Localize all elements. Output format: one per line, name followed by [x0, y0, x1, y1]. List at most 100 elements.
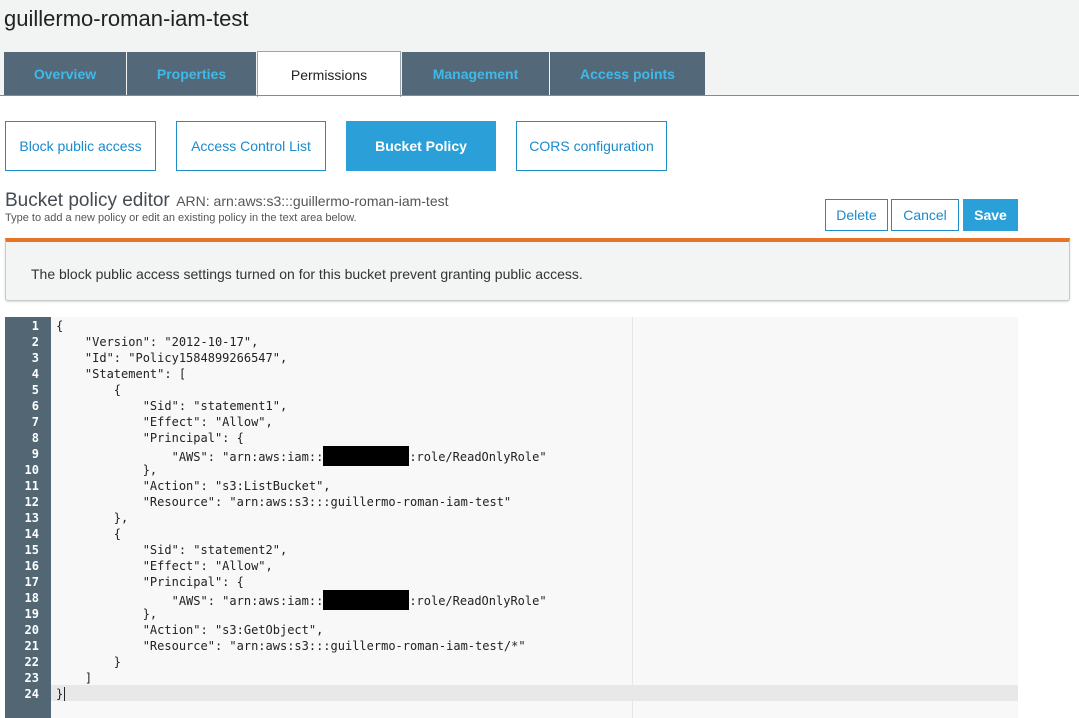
block-public-access-warning: The block public access settings turned …	[5, 238, 1070, 301]
code-line[interactable]: ]	[56, 670, 92, 686]
line-number: 22	[24, 655, 39, 669]
line-number: 23	[24, 671, 39, 685]
code-line[interactable]: },	[56, 606, 157, 622]
line-number: 6	[31, 399, 39, 413]
subtab-bucket-policy[interactable]: Bucket Policy	[346, 121, 496, 171]
line-number: 7	[31, 415, 39, 429]
line-number: 5	[31, 383, 39, 397]
tab-permissions[interactable]: Permissions	[257, 51, 401, 97]
subtab-block-public-access[interactable]: Block public access	[5, 121, 156, 171]
code-line[interactable]: "Effect": "Allow",	[56, 414, 273, 430]
code-text-suffix: :role/ReadOnlyRole"	[409, 450, 547, 464]
code-line[interactable]: "Statement": [	[56, 366, 186, 382]
code-line[interactable]: "Effect": "Allow",	[56, 558, 273, 574]
line-number: 15	[24, 543, 39, 557]
code-line[interactable]: "Action": "s3:GetObject",	[56, 622, 324, 638]
code-line[interactable]: "Principal": {	[56, 430, 244, 446]
code-line[interactable]: "Resource": "arn:aws:s3:::guillermo-roma…	[56, 638, 526, 654]
tab-access-points[interactable]: Access points	[550, 52, 705, 95]
tab-divider	[0, 95, 1079, 96]
code-text: ]	[56, 671, 93, 685]
line-number: 9	[31, 447, 39, 461]
save-button[interactable]: Save	[963, 199, 1018, 231]
code-text: "Effect": "Allow",	[56, 415, 273, 429]
code-text: }	[56, 655, 122, 669]
tab-overview[interactable]: Overview	[4, 52, 126, 95]
subtab-cors-configuration[interactable]: CORS configuration	[516, 121, 667, 171]
subtab-access-control-list[interactable]: Access Control List	[176, 121, 326, 171]
line-number: 3	[31, 351, 39, 365]
line-number: 2	[31, 335, 39, 349]
code-text: "Resource": "arn:aws:s3:::guillermo-roma…	[56, 495, 512, 509]
code-line[interactable]: "Principal": {	[56, 574, 244, 590]
line-number: 19	[24, 607, 39, 621]
line-number: 18	[24, 591, 39, 605]
code-text: },	[56, 607, 158, 621]
code-line[interactable]: }	[56, 654, 121, 670]
code-line[interactable]: {	[56, 526, 121, 542]
line-number: 12	[24, 495, 39, 509]
line-number: 10	[24, 463, 39, 477]
code-text: "Effect": "Allow",	[56, 559, 273, 573]
line-number: 24	[24, 687, 39, 701]
code-text: "Principal": {	[56, 431, 244, 445]
code-text: "Id": "Policy1584899266547",	[56, 351, 288, 365]
warning-text: The block public access settings turned …	[31, 266, 583, 282]
delete-button[interactable]: Delete	[825, 199, 888, 231]
code-line[interactable]: "Sid": "statement2",	[56, 542, 288, 558]
editor-subtitle: Type to add a new policy or edit an exis…	[5, 212, 357, 224]
bucket-title: guillermo-roman-iam-test	[4, 6, 249, 31]
code-line[interactable]: "Version": "2012-10-17",	[56, 334, 258, 350]
print-margin	[632, 317, 633, 718]
editor-title: Bucket policy editor	[5, 190, 170, 211]
code-text: "Action": "s3:ListBucket",	[56, 479, 331, 493]
line-number: 14	[24, 527, 39, 541]
code-line[interactable]: },	[56, 462, 157, 478]
code-text: "Sid": "statement1",	[56, 399, 288, 413]
code-text: {	[56, 383, 122, 397]
code-line[interactable]: "Id": "Policy1584899266547",	[56, 350, 287, 366]
active-line-highlight	[51, 685, 1018, 701]
code-text: "Sid": "statement2",	[56, 543, 288, 557]
line-number: 8	[31, 431, 39, 445]
code-text: {	[56, 527, 122, 541]
code-line[interactable]: {	[56, 382, 121, 398]
code-text: }	[56, 687, 64, 701]
redacted-account-id	[323, 446, 410, 466]
code-text: {	[56, 319, 64, 333]
tab-properties[interactable]: Properties	[127, 52, 256, 95]
line-number: 11	[24, 479, 39, 493]
code-text: "Action": "s3:GetObject",	[56, 623, 324, 637]
tab-management[interactable]: Management	[402, 52, 549, 95]
line-number: 20	[24, 623, 39, 637]
code-text: "Statement": [	[56, 367, 187, 381]
editor-heading: Bucket policy editor ARN: arn:aws:s3:::g…	[5, 190, 449, 212]
code-text: },	[56, 463, 158, 477]
code-line[interactable]: {	[56, 318, 63, 334]
code-line[interactable]: "AWS": "arn:aws:iam:::role/ReadOnlyRole"	[56, 446, 547, 466]
line-number-gutter: 1 2 3 4 5 6 7 8 9 10 11 12 13 14 15 16 17 18 19 20 21 22 23 24	[5, 317, 51, 718]
line-number: 1	[31, 319, 39, 333]
code-text: "Principal": {	[56, 575, 244, 589]
code-text-suffix: :role/ReadOnlyRole"	[409, 594, 547, 608]
text-cursor	[64, 687, 66, 701]
line-number: 16	[24, 559, 39, 573]
code-line[interactable]: },	[56, 510, 128, 526]
code-line[interactable]: "Sid": "statement1",	[56, 398, 288, 414]
policy-code-editor[interactable]: 1 2 3 4 5 6 7 8 9 10 11 12 13 14 15 16 17 18 19 20 21 22 23 24 …	[5, 317, 1018, 718]
code-line[interactable]: "Resource": "arn:aws:s3:::guillermo-roma…	[56, 494, 511, 510]
code-line[interactable]: }	[56, 686, 66, 702]
line-number: 13	[24, 511, 39, 525]
code-text: "Version": "2012-10-17",	[56, 335, 259, 349]
code-line[interactable]: "Action": "s3:ListBucket",	[56, 478, 331, 494]
line-number: 17	[24, 575, 39, 589]
redacted-account-id	[323, 590, 410, 610]
code-text: "Resource": "arn:aws:s3:::guillermo-roma…	[56, 639, 526, 653]
code-text: },	[56, 511, 129, 525]
bucket-arn: ARN: arn:aws:s3:::guillermo-roman-iam-te…	[176, 193, 449, 209]
cancel-button[interactable]: Cancel	[891, 199, 959, 231]
bucket-header: guillermo-roman-iam-test Overview Proper…	[0, 0, 1079, 97]
code-line[interactable]: "AWS": "arn:aws:iam:::role/ReadOnlyRole"	[56, 590, 547, 610]
line-number: 4	[31, 367, 39, 381]
line-number: 21	[24, 639, 39, 653]
